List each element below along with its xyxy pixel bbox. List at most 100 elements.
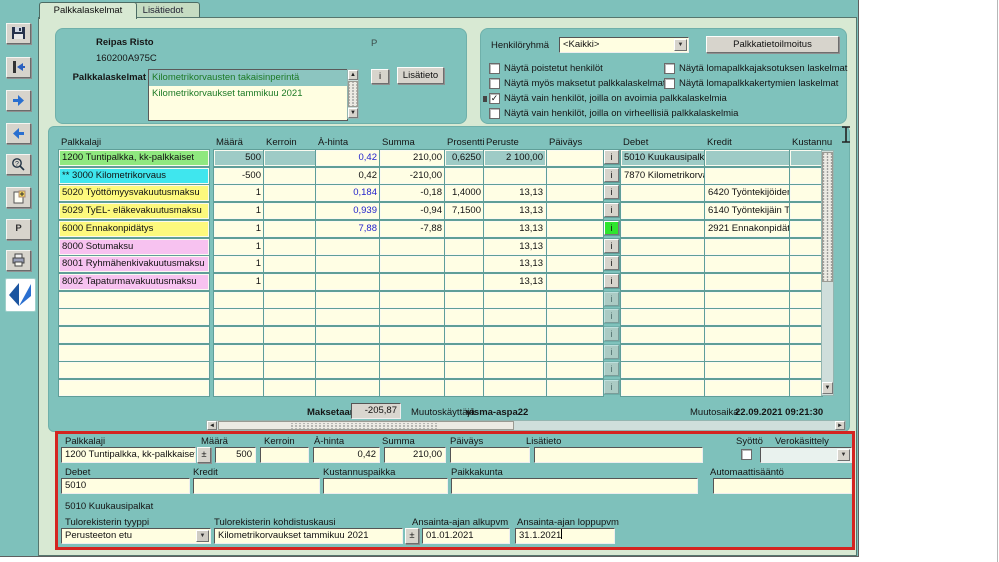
cell-kredit[interactable] [705, 380, 790, 396]
cell-prosentti[interactable] [445, 327, 484, 343]
cell-paivays[interactable] [547, 221, 603, 237]
cell-prosentti[interactable]: 1,4000 [445, 185, 484, 201]
table-vertical-scrollbar[interactable]: ▼ [821, 150, 834, 396]
cell-kredit[interactable] [705, 239, 790, 255]
detail-kustannuspaikka-field[interactable] [323, 478, 448, 494]
payrow-label[interactable]: 8002 Tapaturmavakuutusmaksu [59, 274, 209, 290]
cell-ahinta[interactable] [316, 380, 380, 396]
cell-peruste[interactable] [484, 292, 546, 308]
chevron-down-icon[interactable]: ▼ [837, 449, 850, 461]
tab-palkkalaskelmat[interactable]: Palkkalaskelmat [39, 2, 137, 19]
cell-peruste[interactable] [484, 327, 546, 343]
cell-debet[interactable] [621, 221, 705, 237]
payrow-label[interactable]: ** 3000 Kilometrikorvaus [59, 168, 209, 184]
cell-paivays[interactable] [547, 292, 603, 308]
payrow-label[interactable]: 8000 Sotumaksu [59, 239, 209, 255]
cell-prosentti[interactable] [445, 345, 484, 361]
cell-kustannu[interactable] [790, 150, 822, 166]
cell-maara[interactable]: 1 [214, 239, 264, 255]
cell-kredit[interactable] [705, 292, 790, 308]
row-info-button[interactable]: i [604, 203, 619, 217]
row-info-button[interactable]: i [604, 221, 619, 235]
cell-summa[interactable] [380, 274, 445, 290]
cell-kustannu[interactable] [790, 327, 822, 343]
cell-kerroin[interactable] [264, 185, 316, 201]
cell-kerroin[interactable] [264, 380, 316, 396]
filter-checkbox[interactable]: ✓ [489, 93, 500, 104]
cell-prosentti[interactable] [445, 274, 484, 290]
payslip-list[interactable]: Kilometrikorvausten takaisinperintäKilom… [148, 69, 348, 121]
cell-ahinta[interactable] [316, 292, 380, 308]
cell-summa[interactable]: 210,00 [380, 150, 445, 166]
lisatieto-button[interactable]: Lisätieto [397, 67, 444, 84]
search-button[interactable]: ? [6, 154, 31, 175]
cell-maara[interactable]: -500 [214, 168, 264, 184]
cell-ahinta[interactable] [316, 327, 380, 343]
cell-summa[interactable] [380, 239, 445, 255]
cell-ahinta[interactable]: 7,88 [316, 221, 380, 237]
cell-maara[interactable] [214, 309, 264, 325]
cell-maara[interactable]: 1 [214, 221, 264, 237]
payslip-list-item[interactable]: Kilometrikorvausten takaisinperintä [149, 70, 347, 86]
print-button[interactable] [6, 250, 31, 271]
cell-summa[interactable]: -0,94 [380, 203, 445, 219]
row-info-button[interactable]: i [604, 274, 619, 288]
cell-paivays[interactable] [547, 362, 603, 378]
cell-debet[interactable]: 7870 Kilometrikorvaus [621, 168, 705, 184]
cell-summa[interactable]: -0,18 [380, 185, 445, 201]
cell-peruste[interactable]: 13,13 [484, 256, 546, 272]
cell-maara[interactable]: 1 [214, 256, 264, 272]
cell-kerroin[interactable] [264, 221, 316, 237]
exit-button[interactable] [6, 57, 31, 78]
cell-maara[interactable] [214, 292, 264, 308]
cell-ahinta[interactable] [316, 239, 380, 255]
cell-debet[interactable] [621, 185, 705, 201]
cell-peruste[interactable]: 13,13 [484, 274, 546, 290]
filter-checkbox[interactable] [489, 63, 500, 74]
cell-prosentti[interactable] [445, 221, 484, 237]
cell-kredit[interactable] [705, 274, 790, 290]
filter-checkbox[interactable] [489, 78, 500, 89]
cell-summa[interactable] [380, 380, 445, 396]
payrow-label[interactable]: 5020 Työttömyysvakuutusmaksu [59, 185, 209, 201]
cell-maara[interactable] [214, 362, 264, 378]
cell-kustannu[interactable] [790, 274, 822, 290]
detail-loppupvm-field[interactable]: 31.1.2021 [515, 528, 615, 544]
filter-checkbox[interactable] [664, 78, 675, 89]
cell-peruste[interactable]: 13,13 [484, 203, 546, 219]
table-horizontal-scrollbar[interactable]: ◄ ► [206, 420, 846, 431]
cell-paivays[interactable] [547, 150, 603, 166]
detail-ahinta-field[interactable]: 0,42 [313, 447, 380, 463]
cell-summa[interactable] [380, 327, 445, 343]
detail-alkupvm-field[interactable]: 01.01.2021 [422, 528, 510, 544]
payslip-list-item[interactable]: Kilometrikorvaukset tammikuu 2021 [149, 86, 347, 102]
cell-kustannu[interactable] [790, 168, 822, 184]
cell-prosentti[interactable] [445, 380, 484, 396]
cell-kredit[interactable] [705, 309, 790, 325]
cell-kustannu[interactable] [790, 221, 822, 237]
palkkatietoilmoitus-button[interactable]: Palkkatietoilmoitus [706, 36, 839, 53]
cell-debet[interactable] [621, 292, 705, 308]
detail-lisatieto-field[interactable] [534, 447, 703, 463]
detail-summa-field[interactable]: 210,00 [384, 447, 446, 463]
cell-summa[interactable]: -7,88 [380, 221, 445, 237]
cell-kerroin[interactable] [264, 327, 316, 343]
cell-kerroin[interactable] [264, 292, 316, 308]
new-record-button[interactable] [6, 187, 31, 208]
detail-automaattisaanto-field[interactable] [713, 478, 852, 494]
cell-kredit[interactable]: 6140 Työntekijäin Ty [705, 203, 790, 219]
cell-kerroin[interactable] [264, 256, 316, 272]
payrow-label[interactable]: 8001 Ryhmähenkivakuutusmaksu [59, 256, 209, 272]
cell-prosentti[interactable] [445, 168, 484, 184]
cell-paivays[interactable] [547, 203, 603, 219]
kausi-lov-button[interactable]: ± [405, 528, 419, 544]
cell-kerroin[interactable] [264, 345, 316, 361]
cell-paivays[interactable] [547, 168, 603, 184]
cell-prosentti[interactable] [445, 309, 484, 325]
payrow-label[interactable]: 1200 Tuntipalkka, kk-palkkaiset [59, 150, 209, 166]
row-info-button[interactable]: i [604, 239, 619, 253]
cell-maara[interactable] [214, 345, 264, 361]
cell-debet[interactable] [621, 309, 705, 325]
row-info-button[interactable]: i [604, 185, 619, 199]
cell-kustannu[interactable] [790, 203, 822, 219]
